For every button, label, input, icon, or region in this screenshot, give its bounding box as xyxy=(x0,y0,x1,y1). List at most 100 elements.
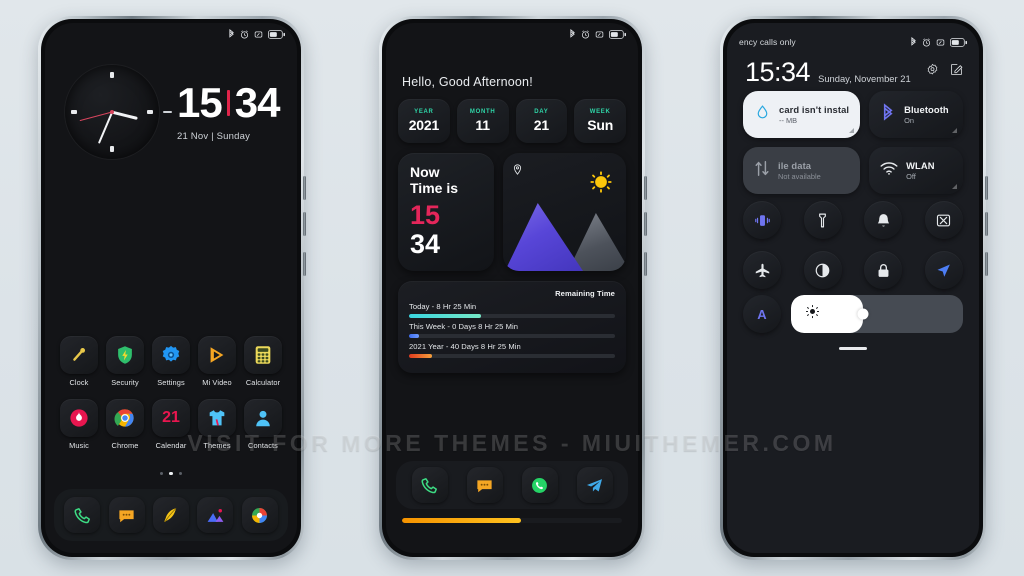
clock-app-icon xyxy=(60,335,98,374)
auto-brightness-button[interactable]: A xyxy=(743,295,781,333)
tile-title: card isn't instal xyxy=(779,104,850,115)
toggle-dark-mode[interactable] xyxy=(803,251,842,289)
phone-handset-icon[interactable] xyxy=(411,467,448,503)
toggle-vibrate[interactable] xyxy=(743,201,781,239)
date-card-value: 2021 xyxy=(408,117,440,133)
app-label: Themes xyxy=(203,440,231,450)
date-card-day[interactable]: DAY 21 xyxy=(515,99,568,143)
phone-1-volume-button[interactable] xyxy=(303,176,306,200)
tile-bluetooth[interactable]: Bluetooth On xyxy=(869,91,963,138)
phone-3-power-button[interactable] xyxy=(985,252,988,276)
battery-icon xyxy=(268,29,285,39)
security-shield-icon xyxy=(106,335,144,374)
tile-expand-corner[interactable] xyxy=(952,184,957,189)
tile-mobile-data[interactable]: ile data Not available xyxy=(743,147,861,194)
clock-tick-9 xyxy=(71,110,77,114)
phone-1-dock xyxy=(54,489,288,541)
toggle-location[interactable] xyxy=(924,251,963,289)
remaining-time-widget[interactable]: Remaining Time Today - 8 Hr 25 Min This … xyxy=(398,281,626,373)
phone-2-volume-button[interactable] xyxy=(644,176,647,200)
brightness-control: A xyxy=(743,295,963,333)
vibrate-icon xyxy=(754,214,770,226)
bar-label: This Week - 0 Days 8 Hr 25 Min xyxy=(409,322,518,331)
phone-1-volume-down-button[interactable] xyxy=(303,212,306,236)
bar-label: Today - 8 Hr 25 Min xyxy=(409,302,477,311)
app-music[interactable]: Music xyxy=(56,398,102,450)
analog-clock xyxy=(65,65,159,159)
location-pin-icon xyxy=(512,162,523,180)
phone-2-power-button[interactable] xyxy=(644,252,647,276)
app-settings[interactable]: Settings xyxy=(148,335,194,387)
page-dot[interactable] xyxy=(159,471,164,475)
chrome-icon xyxy=(106,398,144,437)
toggle-do-not-disturb[interactable] xyxy=(864,201,903,239)
now-widget-line1: Now xyxy=(410,164,440,180)
now-time-widget[interactable]: Now Time is 15 34 xyxy=(398,153,494,271)
tile-subtitle: On xyxy=(904,116,914,125)
drag-handle[interactable] xyxy=(839,347,867,350)
telegram-icon[interactable] xyxy=(576,467,613,503)
toggle-screenshot[interactable] xyxy=(924,201,963,239)
contrast-icon xyxy=(815,263,830,277)
edit-pencil-icon[interactable] xyxy=(950,63,963,81)
photo-widget[interactable] xyxy=(503,153,626,271)
app-clock[interactable]: Clock xyxy=(56,335,102,387)
messages-bubble-icon[interactable] xyxy=(466,467,503,503)
phone-2-status-bar xyxy=(386,23,638,45)
flashlight-icon xyxy=(819,213,827,227)
alarm-icon xyxy=(581,29,590,38)
page-dot-active[interactable] xyxy=(169,471,173,475)
page-dot[interactable] xyxy=(178,471,183,475)
lockscreen-clock-widget: 15 34 21 Nov | Sunday xyxy=(45,65,297,159)
tile-wlan[interactable]: WLAN Off xyxy=(869,147,963,194)
app-label: Contacts xyxy=(248,440,278,450)
app-chrome[interactable]: Chrome xyxy=(102,398,148,450)
browser-color-wheel-icon[interactable] xyxy=(241,497,278,533)
quick-settings-tiles: card isn't instal -- MB Bluetooth On ile… xyxy=(743,91,963,194)
toggle-airplane-mode[interactable] xyxy=(743,251,781,289)
date-card-month[interactable]: MONTH 11 xyxy=(456,99,509,143)
messages-bubble-icon[interactable] xyxy=(108,497,145,533)
app-contacts[interactable]: Contacts xyxy=(240,398,286,450)
settings-gear-icon[interactable] xyxy=(926,63,939,81)
date-card-year[interactable]: YEAR 2021 xyxy=(398,99,450,143)
phone-2-dock xyxy=(396,461,628,509)
bar-fill xyxy=(409,334,420,338)
app-themes[interactable]: Themes xyxy=(194,398,240,450)
toggle-lock[interactable] xyxy=(864,251,903,289)
tile-sim-storage[interactable]: card isn't instal -- MB xyxy=(743,91,861,138)
location-arrow-icon xyxy=(937,263,951,277)
app-calendar[interactable]: 21 Calendar xyxy=(148,398,194,450)
app-label: Music xyxy=(69,440,89,450)
app-security[interactable]: Security xyxy=(102,335,148,387)
lock-icon xyxy=(878,263,889,277)
remaining-time-title: Remaining Time xyxy=(555,289,615,298)
gallery-mountain-icon[interactable] xyxy=(197,497,234,533)
tile-expand-corner[interactable] xyxy=(952,128,957,133)
brightness-slider-knob[interactable] xyxy=(857,308,869,320)
phone-2-homescreen: Hello, Good Afternoon! YEAR 2021 MONTH 1… xyxy=(379,16,647,560)
greeting-text: Hello, Good Afternoon! xyxy=(402,75,533,89)
date-card-week[interactable]: WEEK Sun xyxy=(574,99,626,143)
quick-toggle-circles xyxy=(743,201,963,289)
app-calculator[interactable]: Calculator xyxy=(240,335,286,387)
date-card-label: YEAR xyxy=(414,109,434,115)
whatsapp-icon[interactable] xyxy=(521,467,558,503)
brightness-slider[interactable] xyxy=(791,295,963,333)
phone-2-volume-down-button[interactable] xyxy=(644,212,647,236)
app-mi-video[interactable]: Mi Video xyxy=(194,335,240,387)
phone-3-volume-button[interactable] xyxy=(985,176,988,200)
phone-1-power-button[interactable] xyxy=(303,252,306,276)
themes-shirt-icon xyxy=(198,398,236,437)
blue-mountain-shape xyxy=(505,203,583,271)
phone-handset-icon[interactable] xyxy=(64,497,101,533)
tile-expand-corner[interactable] xyxy=(849,128,855,133)
notes-feather-icon[interactable] xyxy=(152,497,189,533)
toggle-row-2 xyxy=(743,251,963,289)
app-label: Calculator xyxy=(245,377,281,387)
status-bar-icons xyxy=(228,29,285,39)
bar-track xyxy=(409,334,615,338)
phone-3-volume-down-button[interactable] xyxy=(985,212,988,236)
bar-track xyxy=(409,314,615,318)
toggle-flashlight[interactable] xyxy=(803,201,842,239)
